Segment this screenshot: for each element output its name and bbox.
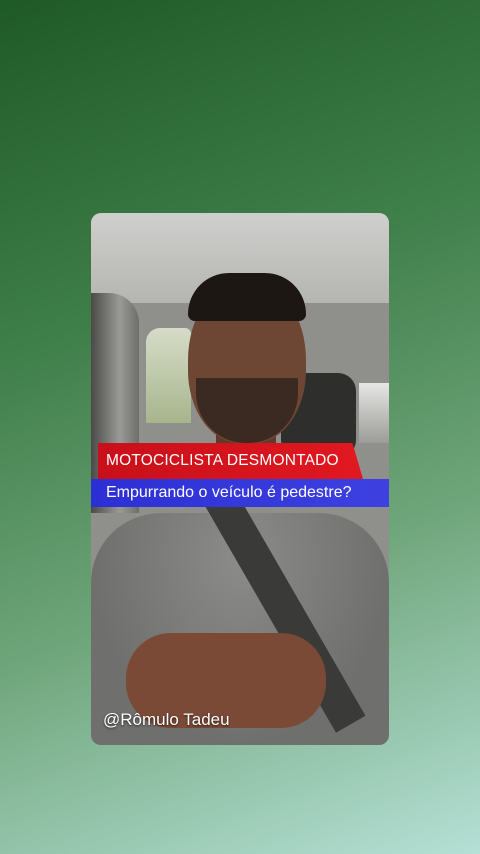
car-rear-window — [359, 383, 389, 443]
presenter-hair — [188, 273, 306, 321]
subheadline-bar: Empurrando o veículo é pedestre? — [91, 479, 389, 507]
subheadline-text: Empurrando o veículo é pedestre? — [106, 484, 352, 501]
creator-handle: @Rômulo Tadeu — [103, 710, 230, 729]
video-frame[interactable]: MOTOCICLISTA DESMONTADO Empurrando o veí… — [91, 213, 389, 745]
car-side-window — [146, 328, 191, 423]
headline-bar: MOTOCICLISTA DESMONTADO — [98, 443, 363, 479]
headline-text: MOTOCICLISTA DESMONTADO — [106, 452, 339, 469]
